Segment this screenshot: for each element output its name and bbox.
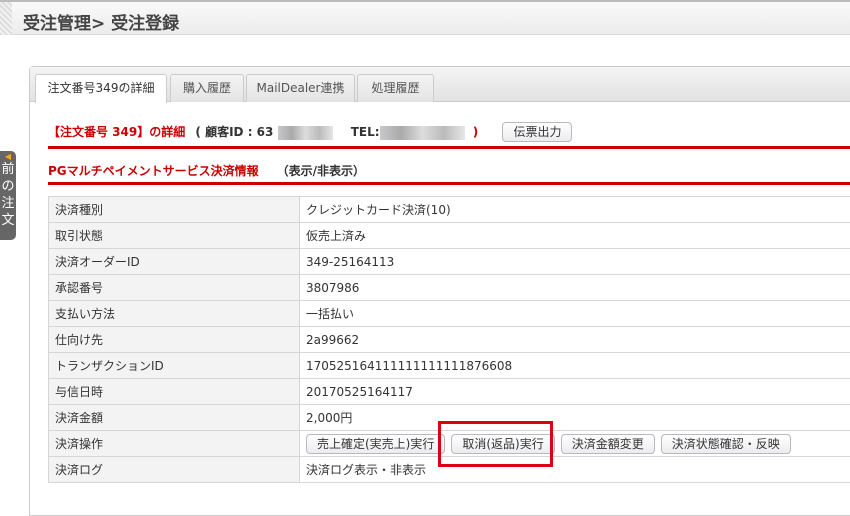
row-label: 決済種別 — [49, 197, 300, 223]
header-stripe — [0, 2, 12, 35]
table-row: 決済オーダーID349-25164113 — [49, 249, 850, 275]
row-value: クレジットカード決済(10) — [300, 197, 850, 223]
tab-bar: 注文番号349の詳細 購入履歴 MailDealer連携 処理履歴 — [30, 67, 850, 102]
divider — [48, 146, 850, 149]
row-label: 支払い方法 — [49, 301, 300, 327]
check-status-button[interactable]: 決済状態確認・反映 — [661, 434, 791, 454]
page-title: 受注管理> 受注登録 — [23, 9, 179, 34]
tab-purchase-history[interactable]: 購入履歴 — [170, 74, 244, 102]
order-title: 【注文番号 349】の詳細 ( 顧客ID : 63 TEL: ) 伝票出力 — [48, 122, 572, 142]
arrow-left-icon: ◀ — [0, 153, 16, 161]
table-row: 決済種別クレジットカード決済(10) — [49, 197, 850, 223]
row-value: 2a99662 — [300, 327, 850, 353]
table-row: 与信日時20170525164117 — [49, 379, 850, 405]
row-value: 349-25164113 — [300, 249, 850, 275]
row-value: 3807986 — [300, 275, 850, 301]
page-header: 受注管理> 受注登録 — [0, 0, 850, 35]
change-amount-button[interactable]: 決済金額変更 — [561, 434, 655, 454]
row-label: 承認番号 — [49, 275, 300, 301]
tab-order-detail[interactable]: 注文番号349の詳細 — [35, 74, 167, 103]
print-slip-button[interactable]: 伝票出力 — [502, 122, 572, 142]
row-label: 決済操作 — [49, 431, 300, 457]
confirm-sale-button[interactable]: 売上確定(実売上)実行 — [306, 434, 445, 454]
table-row: 承認番号3807986 — [49, 275, 850, 301]
blurred-tel — [380, 126, 465, 140]
section-heading: PGマルチペイメントサービス決済情報 — [48, 164, 259, 178]
order-number: 【注文番号 349】の詳細 — [48, 125, 185, 139]
row-value: 一括払い — [300, 301, 850, 327]
row-label: 仕向け先 — [49, 327, 300, 353]
tab-process-history[interactable]: 処理履歴 — [357, 74, 434, 102]
blurred-customer-id — [278, 126, 333, 140]
toggle-display-link[interactable]: （表示/非表示） — [277, 164, 365, 178]
row-label: 取引状態 — [49, 223, 300, 249]
sidetab-char: 前 — [0, 161, 16, 178]
row-value: 170525164111111111111876608 — [300, 353, 850, 379]
table-row: 支払い方法一括払い — [49, 301, 850, 327]
sidetab-char: 文 — [0, 212, 16, 229]
row-value: 2,000円 — [300, 405, 850, 431]
row-label: 与信日時 — [49, 379, 300, 405]
sidetab-char: の — [0, 178, 16, 195]
table-row: 仕向け先2a99662 — [49, 327, 850, 353]
table-row: 取引状態仮売上済み — [49, 223, 850, 249]
row-label: 決済オーダーID — [49, 249, 300, 275]
sidetab-char: 注 — [0, 195, 16, 212]
divider — [48, 182, 850, 185]
section-title: PGマルチペイメントサービス決済情報 （表示/非表示） — [48, 162, 365, 179]
row-label: トランザクションID — [49, 353, 300, 379]
tel-label: TEL: — [351, 125, 380, 139]
row-label: 決済金額 — [49, 405, 300, 431]
row-value: 売上確定(実売上)実行取消(返品)実行決済金額変更決済状態確認・反映 — [300, 431, 850, 457]
payment-log-toggle[interactable]: 決済ログ表示・非表示 — [300, 457, 850, 483]
highlight-box — [438, 421, 553, 467]
table-row: トランザクションID170525164111111111111876608 — [49, 353, 850, 379]
row-label: 決済ログ — [49, 457, 300, 483]
previous-order-tab[interactable]: ◀ 前 の 注 文 — [0, 151, 16, 240]
paren-close: ) — [473, 125, 478, 139]
customer-id-label: ( 顧客ID : 63 — [195, 125, 273, 139]
tab-maildealer[interactable]: MailDealer連携 — [246, 74, 355, 102]
row-value: 仮売上済み — [300, 223, 850, 249]
row-value: 20170525164117 — [300, 379, 850, 405]
